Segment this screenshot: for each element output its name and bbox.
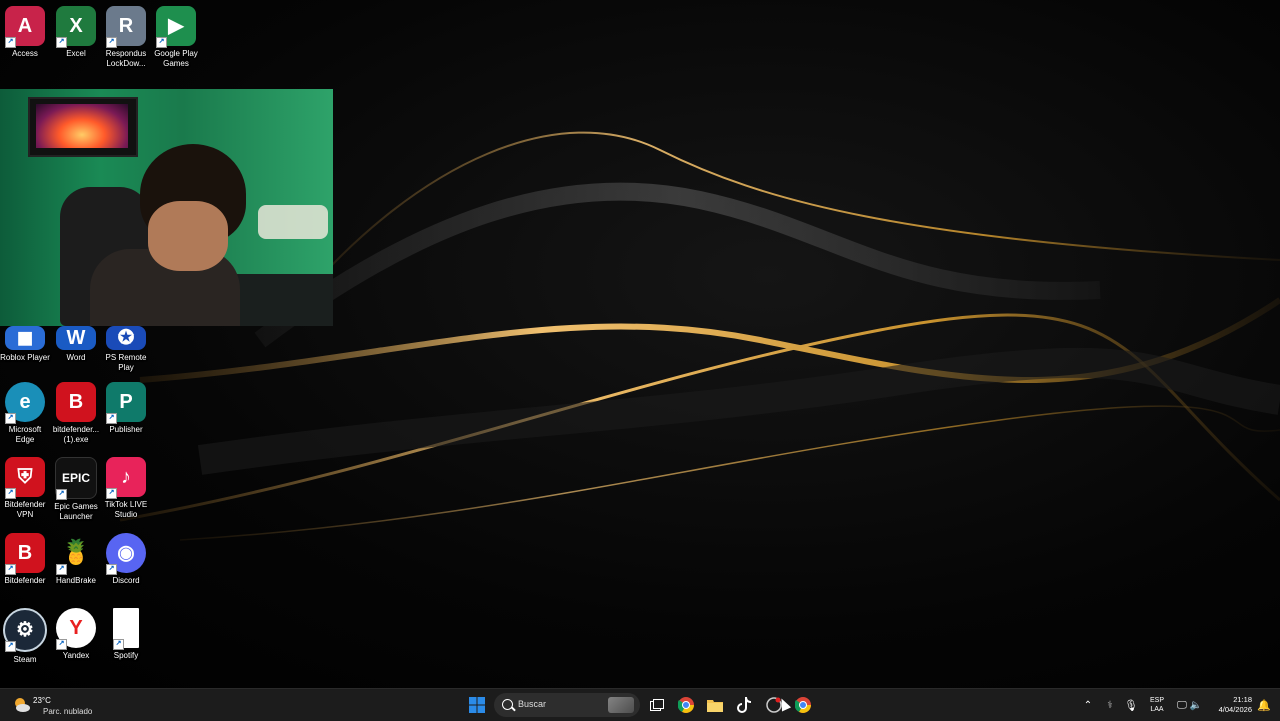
person-face (148, 201, 228, 271)
microphone-button[interactable]: 🎙 (1119, 693, 1143, 717)
handbrake-icon: 🍍 ↗ (56, 533, 96, 575)
icon-label: Excel (66, 49, 86, 58)
search-icon (502, 699, 513, 710)
file-icon: ↗ (113, 608, 139, 650)
search-highlight-image (608, 697, 634, 713)
desktop-icon-tiktok-live[interactable]: ♪ ↗ TikTok LIVE Studio (101, 457, 151, 520)
ring-light (258, 205, 328, 239)
tiktok-taskbar-button[interactable] (732, 693, 756, 717)
tiktok-live-icon: ♪ ↗ (106, 457, 146, 499)
chrome-icon (795, 697, 811, 713)
weather-condition: Parc. nublado (43, 707, 93, 716)
icon-label: Discord (112, 576, 140, 585)
icon-label: Bitdefender VPN (4, 500, 46, 519)
roblox-icon: ◼ (5, 326, 45, 350)
tiktok-icon (737, 697, 751, 713)
desktop-icon-spotify[interactable]: ↗ Spotify (101, 608, 151, 661)
icon-label: bitdefender... (1).exe (52, 425, 100, 444)
weather-widget[interactable]: 23°C Parc. nublado (10, 692, 100, 718)
icon-label: Publisher (109, 425, 143, 434)
google-play-games-icon: ▶ ↗ (156, 6, 196, 48)
icon-label: Spotify (113, 651, 139, 660)
taskbar-search[interactable]: Buscar (494, 693, 640, 717)
desktop-icon-access[interactable]: A ↗ Access (0, 6, 50, 59)
icon-label: Steam (13, 655, 37, 664)
taskbar-clock[interactable]: 21:18 4/04/2026 (1212, 695, 1252, 715)
icon-label: Access (12, 49, 38, 58)
chrome-taskbar-button[interactable] (674, 693, 698, 717)
file-explorer-button[interactable] (703, 693, 727, 717)
volume-button[interactable]: 🔈 (1184, 693, 1208, 717)
desktop-icon-respondus[interactable]: R ↗ Respondus LockDow... (101, 6, 151, 69)
start-button[interactable] (465, 693, 489, 717)
input-language[interactable]: ESP LAA (1146, 696, 1168, 714)
desktop-icon-edge[interactable]: e ↗ Microsoft Edge (0, 382, 50, 445)
feather-icon: ⚕ (1107, 699, 1113, 711)
icon-label: Yandex (62, 651, 90, 660)
discord-icon: ◉ ↗ (106, 533, 146, 575)
windows-icon (469, 697, 485, 713)
desktop-icon-discord[interactable]: ◉ ↗ Discord (101, 533, 151, 586)
desktop-icon-word[interactable]: W Word (51, 326, 101, 363)
icon-label: PS Remote Play (105, 353, 147, 372)
folder-icon (707, 700, 723, 712)
icon-label: Respondus LockDow... (105, 49, 147, 68)
bitdefender-icon: B ↗ (5, 533, 45, 575)
icon-label: Microsoft Edge (8, 425, 42, 444)
chevron-up-icon: ⌃ (1083, 699, 1093, 711)
task-view-button[interactable] (645, 693, 669, 717)
cloud-sun-icon (15, 698, 30, 712)
show-hidden-icons-button[interactable]: ⌃ (1076, 693, 1100, 717)
chrome-icon (678, 697, 694, 713)
bitdefender-exe-icon: B (56, 382, 96, 422)
search-placeholder: Buscar (518, 699, 547, 709)
language-code: ESP (1149, 697, 1164, 704)
respondus-icon: R ↗ (106, 6, 146, 48)
desktop-icon-publisher[interactable]: P ↗ Publisher (101, 382, 151, 435)
keyboard-layout: LAA (1150, 706, 1164, 713)
desktop-icon-yandex[interactable]: Y ↗ Yandex (51, 608, 101, 661)
icon-label: HandBrake (55, 576, 97, 585)
desktop-icon-steam[interactable]: ⚙ ↗ Steam (0, 608, 50, 665)
ps-remote-icon: ✪ (106, 326, 146, 350)
chrome-profile-taskbar-button[interactable] (791, 693, 815, 717)
publisher-icon: P ↗ (106, 382, 146, 424)
desktop-icon-bitdefender-vpn[interactable]: ⛨ ↗ Bitdefender VPN (0, 457, 50, 520)
microphone-icon: 🎙 (1124, 699, 1138, 712)
yandex-icon: Y ↗ (56, 608, 96, 650)
taskbar: 23°C Parc. nublado Buscar ⌃ ⚕ 🎙 ESP LAA … (0, 688, 1280, 721)
desktop-icon-ps-remote[interactable]: ✪ PS Remote Play (101, 326, 151, 373)
desktop-icon-handbrake[interactable]: 🍍 ↗ HandBrake (51, 533, 101, 586)
icon-label: Google Play Games (154, 49, 198, 68)
speaker-icon: 🔈 (1189, 699, 1203, 711)
edge-icon: e ↗ (5, 382, 45, 424)
desktop-icon-bitdefender-exe[interactable]: B bitdefender... (1).exe (51, 382, 101, 445)
steam-icon: ⚙ ↗ (3, 608, 47, 652)
bell-icon: 🔔 (1257, 699, 1271, 712)
task-view-icon (650, 699, 664, 711)
wall-tv (28, 97, 138, 157)
icon-label: Roblox Player (0, 353, 50, 362)
weather-temperature: 23°C (33, 696, 51, 705)
epic-games-icon: EPIC ↗ (55, 457, 97, 500)
clock-date: 4/04/2026 (1218, 705, 1252, 714)
icon-label: TikTok LIVE Studio (104, 500, 148, 519)
bitdefender-vpn-icon: ⛨ ↗ (5, 457, 45, 499)
desktop-icon-roblox[interactable]: ◼ Roblox Player (0, 326, 50, 363)
desktop-icon-excel[interactable]: X ↗ Excel (51, 6, 101, 59)
desktop-icon-bitdefender[interactable]: B ↗ Bitdefender (0, 533, 50, 586)
icon-label: Epic Games Launcher (54, 502, 98, 521)
icon-label: Bitdefender (4, 576, 46, 585)
desktop-icon-google-play-games[interactable]: ▶ ↗ Google Play Games (151, 6, 201, 69)
access-icon: A ↗ (5, 6, 45, 48)
word-icon: W (56, 326, 96, 350)
icon-label: Word (66, 353, 86, 362)
notifications-button[interactable]: 🔔 (1252, 693, 1276, 717)
excel-icon: X ↗ (56, 6, 96, 48)
clock-time: 21:18 (1233, 695, 1252, 704)
webcam-overlay (0, 89, 333, 326)
desktop-icon-epic-games[interactable]: EPIC ↗ Epic Games Launcher (51, 457, 101, 522)
